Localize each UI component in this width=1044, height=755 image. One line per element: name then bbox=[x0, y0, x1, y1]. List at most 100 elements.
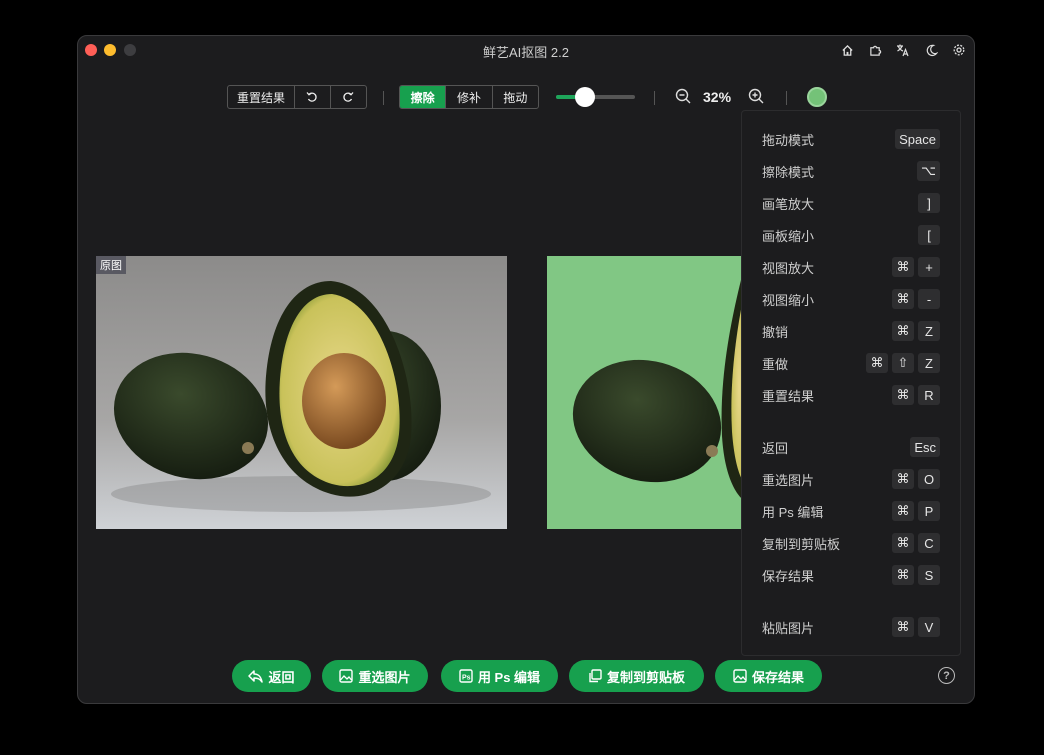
background-color-picker[interactable] bbox=[807, 87, 827, 107]
mode-drag-button[interactable]: 拖动 bbox=[493, 86, 538, 108]
ps-edit-label: 用 Ps 编辑 bbox=[477, 669, 541, 685]
shortcut-key: ⌘ bbox=[892, 257, 914, 277]
shortcut-label: 粘贴图片 bbox=[762, 620, 815, 636]
reselect-image-button[interactable]: 重选图片 bbox=[322, 660, 428, 692]
reselect-image-label: 重选图片 bbox=[358, 669, 411, 685]
svg-text:Ps: Ps bbox=[462, 675, 471, 682]
zoom-in-button[interactable] bbox=[748, 88, 765, 110]
shortcut-keys: Esc bbox=[910, 437, 940, 457]
shortcut-key: C bbox=[918, 533, 940, 553]
shortcut-label: 画板缩小 bbox=[762, 228, 815, 244]
shortcut-key: ⌘ bbox=[892, 617, 914, 637]
mode-erase-button[interactable]: 擦除 bbox=[400, 86, 447, 108]
shortcut-key: P bbox=[918, 501, 940, 521]
shortcut-keys: ⌘ P bbox=[892, 501, 940, 521]
shortcut-row: 返回 Esc bbox=[762, 436, 940, 458]
shortcut-key: R bbox=[918, 385, 940, 405]
shortcut-row: 视图缩小 ⌘ - bbox=[762, 288, 940, 310]
shortcut-label: 重置结果 bbox=[762, 388, 815, 404]
shortcut-key: Z bbox=[918, 321, 940, 341]
shortcut-keys: ⌘ ⇧ Z bbox=[866, 353, 940, 373]
image-icon bbox=[339, 669, 354, 683]
shortcut-label: 保存结果 bbox=[762, 568, 815, 584]
moon-icon[interactable] bbox=[922, 41, 940, 59]
shortcut-label: 重做 bbox=[762, 356, 789, 372]
shortcut-label: 视图放大 bbox=[762, 260, 815, 276]
shortcut-row: 视图放大 ⌘ + bbox=[762, 256, 940, 278]
shortcut-keys: ⌥ bbox=[917, 161, 940, 181]
shortcut-key: ⌘ bbox=[892, 385, 914, 405]
shortcut-row: 画板缩小 [ bbox=[762, 224, 940, 246]
brush-size-slider-handle[interactable] bbox=[575, 87, 595, 107]
shortcut-row: 重选图片 ⌘ O bbox=[762, 468, 940, 490]
shortcut-key: Z bbox=[918, 353, 940, 373]
shortcut-keys: Space bbox=[895, 129, 940, 149]
shortcut-key: [ bbox=[918, 225, 940, 245]
shortcut-label: 复制到剪贴板 bbox=[762, 536, 841, 552]
ps-edit-button[interactable]: Ps 用 Ps 编辑 bbox=[441, 660, 558, 692]
shortcut-row: 重置结果 ⌘ R bbox=[762, 384, 940, 406]
save-result-button[interactable]: 保存结果 bbox=[715, 660, 822, 692]
shortcut-key: ⌘ bbox=[892, 289, 914, 309]
shortcut-row: 重做 ⌘ ⇧ Z bbox=[762, 352, 940, 374]
shortcut-key: ⌘ bbox=[866, 353, 888, 373]
shortcut-label: 擦除模式 bbox=[762, 164, 815, 180]
copy-to-clipboard-button[interactable]: 复制到剪贴板 bbox=[569, 660, 704, 692]
back-button[interactable]: 返回 bbox=[232, 660, 311, 692]
shortcut-keys: ⌘ S bbox=[892, 565, 940, 585]
shortcut-key: - bbox=[918, 289, 940, 309]
copy-icon bbox=[589, 669, 602, 683]
reply-icon bbox=[248, 669, 264, 683]
shortcut-row: 拖动模式 Space bbox=[762, 128, 940, 150]
zoom-out-button[interactable] bbox=[675, 88, 692, 110]
shortcut-row: 用 Ps 编辑 ⌘ P bbox=[762, 500, 940, 522]
shortcut-key: V bbox=[918, 617, 940, 637]
shortcut-row: 保存结果 ⌘ S bbox=[762, 564, 940, 586]
shortcut-key: ⇧ bbox=[892, 353, 914, 373]
shortcut-key: + bbox=[918, 257, 940, 277]
shortcut-label: 返回 bbox=[762, 440, 789, 456]
shortcut-key: ⌘ bbox=[892, 501, 914, 521]
shortcut-key: S bbox=[918, 565, 940, 585]
app-window: 鲜艺AI抠图 2.2 重置结果 擦除 修补 拖动 32% 原图 拖动模式 Spa… bbox=[77, 35, 975, 704]
shortcut-keys: ⌘ + bbox=[892, 257, 940, 277]
shortcut-key: ⌘ bbox=[892, 533, 914, 553]
photoshop-icon: Ps bbox=[459, 669, 473, 683]
reset-result-button[interactable]: 重置结果 bbox=[228, 86, 296, 108]
mode-group: 擦除 修补 拖动 bbox=[399, 85, 539, 109]
shortcut-label: 用 Ps 编辑 bbox=[762, 504, 824, 520]
shortcut-key: ⌥ bbox=[917, 161, 940, 181]
undo-button[interactable] bbox=[295, 86, 331, 108]
shortcut-label: 视图缩小 bbox=[762, 292, 815, 308]
shortcut-keys: ⌘ Z bbox=[892, 321, 940, 341]
avocado-photo bbox=[111, 281, 491, 512]
shortcut-key: ⌘ bbox=[892, 565, 914, 585]
translate-icon[interactable] bbox=[894, 41, 912, 59]
toolbar-divider bbox=[654, 91, 655, 105]
redo-button[interactable] bbox=[331, 86, 366, 108]
original-image: 原图 bbox=[96, 256, 507, 529]
avocado-cutout bbox=[572, 276, 747, 502]
shortcut-key: ⌘ bbox=[892, 321, 914, 341]
shortcut-label: 画笔放大 bbox=[762, 196, 815, 212]
zoom-in-icon bbox=[748, 88, 764, 104]
redo-icon bbox=[343, 92, 354, 102]
shortcut-keys: ] bbox=[918, 193, 940, 213]
image-save-icon bbox=[733, 669, 747, 683]
shortcut-key: Space bbox=[895, 129, 940, 149]
gear-icon[interactable] bbox=[950, 41, 968, 59]
shortcuts-panel: 拖动模式 Space 擦除模式 ⌥ 画笔放大] 画板缩小[视图放大 ⌘ + 视图缩小 ⌘ - 撤销 ⌘ Z… bbox=[741, 110, 961, 656]
shortcut-label: 拖动模式 bbox=[762, 132, 815, 148]
mode-repair-button[interactable]: 修补 bbox=[446, 86, 493, 108]
shortcut-row: 擦除模式 ⌥ bbox=[762, 160, 940, 182]
zoom-out-icon bbox=[675, 88, 691, 104]
save-result-label: 保存结果 bbox=[751, 669, 804, 685]
undo-icon bbox=[306, 92, 317, 102]
home-icon[interactable] bbox=[838, 41, 856, 59]
puzzle-icon[interactable] bbox=[866, 41, 884, 59]
toolbar-divider bbox=[786, 91, 787, 105]
back-button-label: 返回 bbox=[268, 669, 295, 685]
shortcut-label: 重选图片 bbox=[762, 472, 815, 488]
titlebar: 鲜艺AI抠图 2.2 bbox=[78, 36, 974, 64]
help-icon[interactable]: ? bbox=[938, 667, 955, 684]
